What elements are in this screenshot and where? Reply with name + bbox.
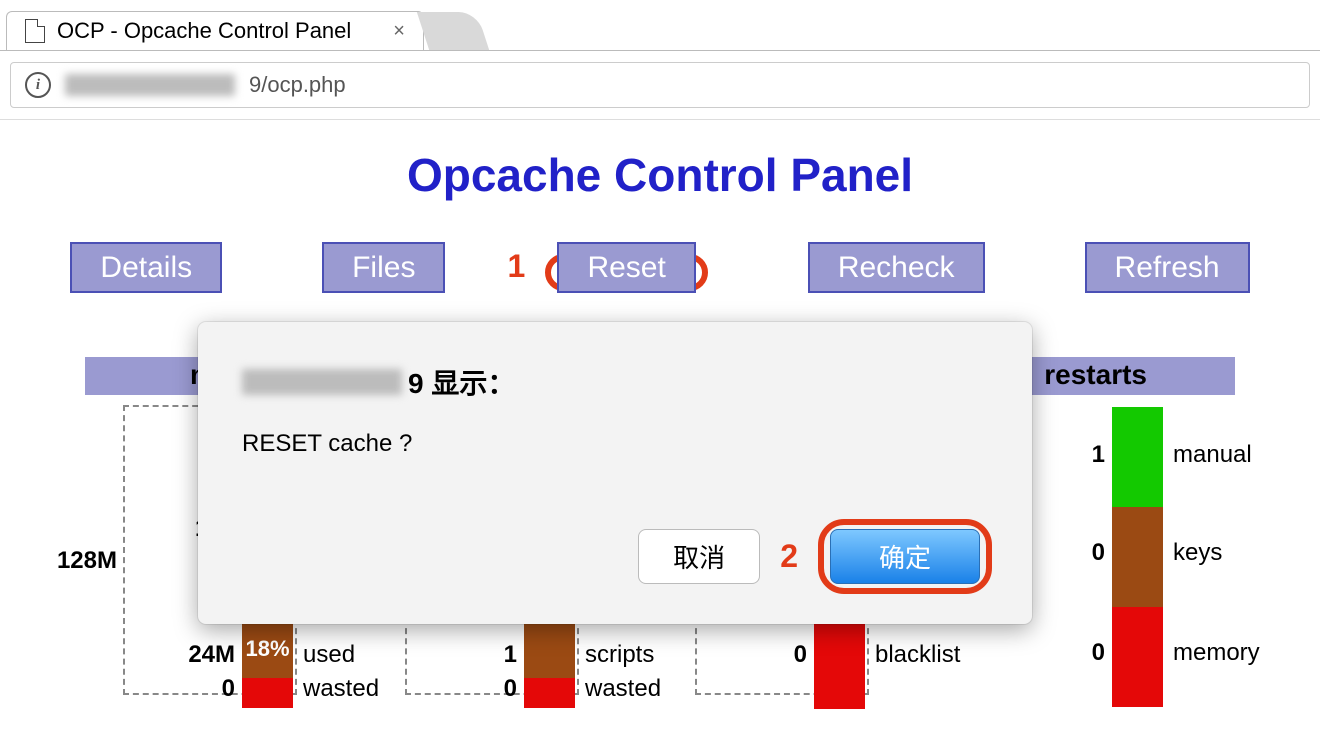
ok-highlight: 确定 <box>818 519 992 594</box>
scripts-bar-mid <box>524 624 575 678</box>
confirm-dialog: 9 显示： RESET cache ? 取消 2 确定 <box>198 322 1032 624</box>
dialog-message: RESET cache ? <box>242 430 988 458</box>
dialog-ok-button[interactable]: 确定 <box>830 529 980 584</box>
reset-button[interactable]: Reset <box>557 242 695 293</box>
memory-used-val: 24M <box>165 641 235 669</box>
dialog-title: 9 显示： <box>242 362 988 402</box>
recheck-button[interactable]: Recheck <box>808 242 985 293</box>
tab-close-icon[interactable]: × <box>393 20 405 43</box>
scripts-bar-bot <box>524 678 575 708</box>
tab-title: OCP - Opcache Control Panel <box>57 18 351 44</box>
url-host-obscured <box>65 74 235 96</box>
dialog-origin-suffix: 9 显示： <box>408 362 515 402</box>
dialog-origin-obscured <box>242 369 402 395</box>
dialog-cancel-button[interactable]: 取消 <box>638 529 760 584</box>
restarts-memory-lbl: memory <box>1173 639 1260 667</box>
browser-tab-strip: OCP - Opcache Control Panel × <box>0 0 1320 51</box>
memory-wasted-val: 0 <box>165 675 235 703</box>
address-row: i 9/ocp.php <box>0 51 1320 120</box>
header-right: restarts <box>1044 359 1147 391</box>
site-info-icon[interactable]: i <box>25 72 51 98</box>
url-path: 9/ocp.php <box>249 72 346 98</box>
scripts-lbl: scripts <box>585 641 654 669</box>
restarts-bar-manual <box>1112 407 1163 507</box>
scripts-wasted-lbl: wasted <box>585 675 661 703</box>
scripts-wasted-val: 0 <box>447 675 517 703</box>
annotation-2: 2 <box>780 538 798 575</box>
page-title: Opcache Control Panel <box>0 148 1320 202</box>
dialog-button-row: 取消 2 确定 <box>638 519 992 594</box>
memory-bar-used: 18% <box>242 624 293 678</box>
memory-total-label: 128M <box>57 547 117 575</box>
memory-bar-wasted <box>242 678 293 708</box>
blacklist-val: 0 <box>737 641 807 669</box>
memory-wasted-lbl: wasted <box>303 675 379 703</box>
restarts-bar-keys <box>1112 507 1163 607</box>
address-bar[interactable]: i 9/ocp.php <box>10 62 1310 108</box>
annotation-1: 1 <box>507 248 525 285</box>
restarts-manual-val: 1 <box>1035 441 1105 469</box>
action-button-row: Details Files 1 Reset Recheck Refresh <box>0 242 1320 293</box>
restarts-manual-lbl: manual <box>1173 441 1252 469</box>
memory-used-pct: 18% <box>242 636 293 662</box>
restarts-keys-val: 0 <box>1035 539 1105 567</box>
restarts-keys-lbl: keys <box>1173 539 1222 567</box>
reset-highlight: Reset <box>545 254 707 291</box>
details-button[interactable]: Details <box>70 242 222 293</box>
files-button[interactable]: Files <box>322 242 445 293</box>
memory-used-lbl: used <box>303 641 355 669</box>
restarts-memory-val: 0 <box>1035 639 1105 667</box>
new-tab-button[interactable] <box>417 12 489 50</box>
refresh-button[interactable]: Refresh <box>1085 242 1250 293</box>
blacklist-lbl: blacklist <box>875 641 960 669</box>
scripts-val: 1 <box>447 641 517 669</box>
browser-tab[interactable]: OCP - Opcache Control Panel × <box>6 11 424 50</box>
file-icon <box>25 19 45 43</box>
restarts-bar-memory <box>1112 607 1163 707</box>
